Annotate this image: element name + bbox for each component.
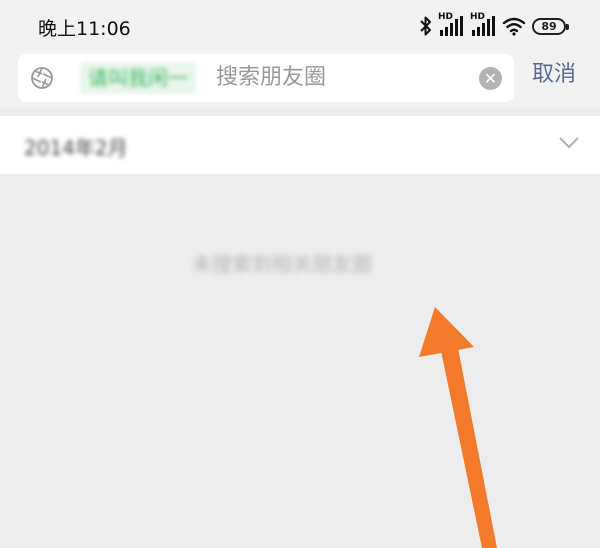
annotation-arrow [419,307,497,548]
